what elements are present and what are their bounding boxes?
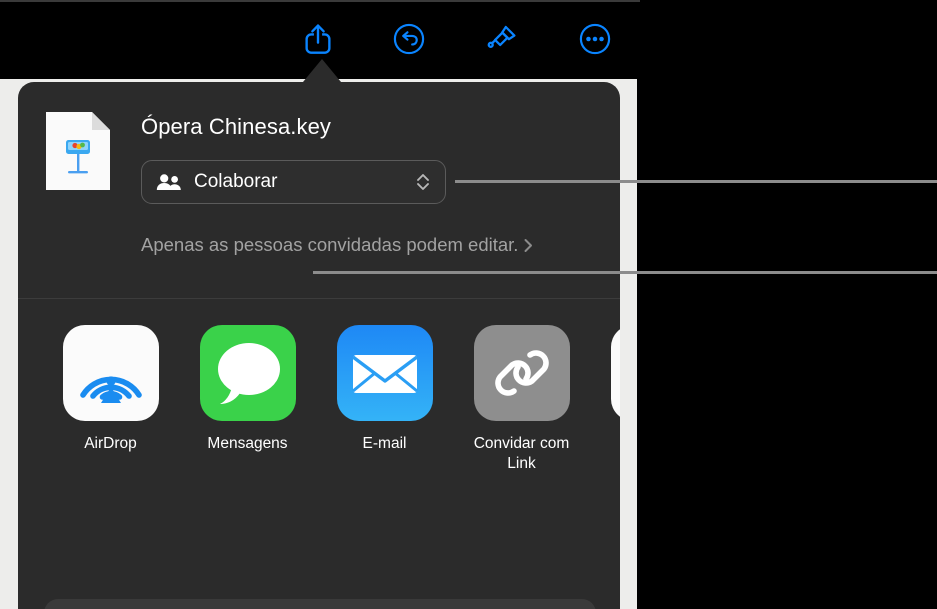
share-button[interactable]: [295, 16, 341, 62]
share-target-invite-with-link[interactable]: Convidar com Link: [453, 325, 590, 474]
callout-permission-text: [313, 271, 937, 274]
share-target-label: AirDrop: [84, 435, 137, 452]
action-copy[interactable]: Copiar: [44, 599, 596, 609]
share-sheet: Ópera Chinesa.key Colaborar Apenas as pe…: [18, 82, 620, 609]
format-brush-button[interactable]: [479, 16, 525, 62]
link-icon: [473, 325, 570, 421]
undo-button[interactable]: [386, 16, 432, 62]
more-icon: [579, 23, 611, 55]
keynote-document-icon: [46, 112, 110, 190]
share-target-messages[interactable]: Mensagens: [179, 325, 316, 454]
mail-icon: [336, 325, 433, 421]
reminders-icon: [610, 325, 620, 421]
screenshot-root: Ópera Chinesa.key Colaborar Apenas as pe…: [0, 0, 937, 609]
permission-description[interactable]: Apenas as pessoas convidadas podem edita…: [141, 230, 541, 260]
share-target-label: E-mail: [362, 435, 407, 452]
airdrop-icon: [62, 325, 159, 421]
share-targets-row[interactable]: AirDrop Mensagens E-mail Convidar com Li…: [18, 299, 620, 479]
collaborate-selector[interactable]: Colaborar: [141, 160, 446, 204]
share-target-mail[interactable]: E-mail: [316, 325, 453, 454]
share-sheet-header: Ópera Chinesa.key Colaborar Apenas as pe…: [18, 82, 620, 299]
share-target-label: Mensagens: [207, 435, 288, 452]
brush-icon: [487, 25, 516, 48]
share-icon: [305, 24, 331, 54]
callout-collaborate-control: [455, 180, 937, 183]
share-target-label: Convidar com Link: [473, 435, 570, 472]
share-target-reminders[interactable]: Lembretes: [590, 325, 620, 454]
permission-text: Apenas as pessoas convidadas podem edita…: [141, 234, 519, 255]
file-name: Ópera Chinesa.key: [141, 114, 332, 139]
more-options-button[interactable]: [572, 16, 618, 62]
two-people-icon: [156, 174, 181, 190]
collaborate-label: Colaborar: [194, 171, 278, 192]
undo-icon: [393, 23, 425, 55]
chevron-right-icon: [524, 239, 533, 252]
up-down-chevron-icon: [417, 174, 429, 190]
share-target-airdrop[interactable]: AirDrop: [42, 325, 179, 454]
messages-icon: [199, 325, 296, 421]
sheet-pointer-arrow: [303, 59, 341, 82]
